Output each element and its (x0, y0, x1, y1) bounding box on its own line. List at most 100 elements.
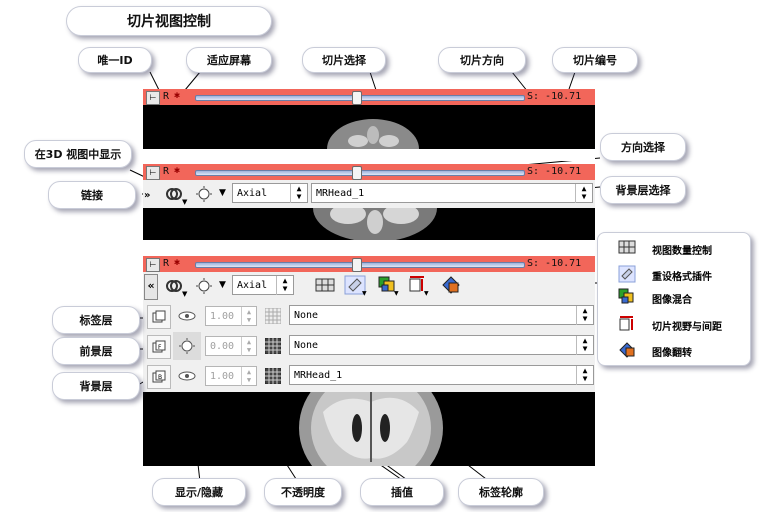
callout-show-3d: 在3D 视图中显示 (24, 140, 132, 168)
chevron-down-icon[interactable]: ▼ (219, 280, 226, 290)
chevron-down-icon[interactable]: ▼ (182, 198, 187, 206)
layer-panel: 1.00 ▲ ▼ None ▲ ▼ F 0.00 ▲ ▼ None ▲ ▼ B 1.00… (143, 300, 595, 392)
reformat-widget-icon[interactable]: ▼ (343, 275, 369, 297)
callout-label-layer: 标签层 (52, 306, 140, 334)
background-volume-select[interactable]: MRHead_1 ▲ ▼ (289, 365, 594, 385)
legend-panel: 视图数量控制 重设格式插件 图像混合 切片视野与间距 图像翻转 (597, 232, 751, 366)
background-volume-select[interactable]: MRHead_1 ▲ ▼ (311, 183, 593, 203)
panel-gap (143, 240, 595, 256)
slice-controller-bar-3: ⊢ R ✱ S: -10.71 (143, 256, 595, 272)
view-id-label: R (163, 91, 170, 102)
svg-text:▼: ▼ (394, 290, 399, 297)
collapse-button[interactable]: « (144, 274, 158, 300)
compositing-icon (618, 288, 634, 304)
brain-slice-image (299, 392, 443, 466)
eye-3d-icon[interactable] (193, 183, 215, 205)
slice-slider-handle[interactable] (351, 258, 362, 272)
interpolation-grid-icon[interactable] (265, 338, 281, 354)
slice-toolbar-3: « ▼ ▼ Axial ▲ ▼ ▼ ▼ ▼ (143, 272, 595, 300)
slice-toolbar-2: ▼ ▼ Axial ▲ ▼ MRHead_1 ▲ ▼ (143, 180, 595, 208)
panel-gap (143, 149, 595, 161)
slice-offset-label: S: -10.71 (527, 91, 582, 102)
label-layer-icon (147, 305, 171, 329)
view-id-label: R (163, 258, 170, 269)
up-down-arrow-icon: ▲ ▼ (241, 367, 256, 386)
label-opacity-spinbox[interactable]: 1.00 ▲ ▼ (205, 306, 257, 326)
up-down-arrow-icon: ▲ ▼ (241, 337, 256, 356)
callout-opacity: 不透明度 (264, 478, 342, 506)
pin-icon[interactable]: ⊢ (146, 258, 160, 272)
slice-slider-handle[interactable] (351, 166, 362, 180)
callout-slice-number: 切片编号 (552, 47, 638, 73)
slice-view-1[interactable] (143, 105, 595, 149)
page-title: 切片视图控制 (66, 6, 272, 36)
rotate-to-volume-plane-icon (619, 342, 635, 358)
callout-label-outline: 标签轮廓 (458, 478, 544, 506)
callout-show-hide: 显示/隐藏 (152, 478, 246, 506)
svg-text:F: F (158, 344, 162, 351)
callout-orient-select: 方向选择 (600, 133, 686, 161)
up-down-arrow-icon: ▲ ▼ (576, 336, 593, 355)
fit-to-window-icon[interactable]: ✱ (174, 165, 180, 176)
rotate-to-volume-plane-icon[interactable] (439, 275, 463, 297)
foreground-opacity-spinbox[interactable]: 0.00 ▲ ▼ (205, 336, 257, 356)
interpolation-grid-icon[interactable] (265, 368, 281, 384)
callout-link: 链接 (48, 181, 136, 209)
slice-view-2[interactable] (143, 208, 595, 240)
view-layout-icon[interactable] (315, 277, 337, 295)
pin-icon[interactable]: ⊢ (146, 91, 160, 105)
up-down-arrow-icon: ▲ ▼ (575, 184, 592, 203)
slice-slider-handle[interactable] (351, 91, 362, 105)
callout-unique-id: 唯一ID (78, 47, 152, 73)
compositing-icon[interactable]: ▼ (377, 275, 401, 297)
interpolation-grid-icon[interactable] (265, 308, 281, 324)
slice-offset-label: S: -10.71 (527, 258, 582, 269)
background-opacity-spinbox[interactable]: 1.00 ▲ ▼ (205, 366, 257, 386)
arrow-icon: » (144, 190, 151, 201)
brain-slice-image (327, 119, 419, 149)
reformat-widget-icon (618, 265, 636, 283)
legend-label: 图像混合 (652, 295, 692, 306)
chevron-down-icon[interactable]: ▼ (219, 188, 226, 198)
view-layout-icon (618, 240, 636, 254)
slice-spacing-icon[interactable]: ▼ (407, 275, 431, 297)
chevron-down-icon[interactable]: ▼ (182, 290, 187, 298)
fit-to-window-icon[interactable]: ✱ (174, 90, 180, 101)
callout-interp: 插值 (360, 478, 444, 506)
pin-icon[interactable]: ⊢ (146, 166, 160, 180)
slice-view-3[interactable] (143, 392, 595, 466)
slice-controller-bar: ⊢ R ✱ S: -10.71 (143, 89, 595, 105)
legend-label: 切片视野与间距 (652, 322, 722, 333)
slice-controller-bar-2: ⊢ R ✱ S: -10.71 (143, 164, 595, 180)
up-down-arrow-icon: ▲ ▼ (290, 184, 307, 203)
orientation-select[interactable]: Axial ▲ ▼ (232, 275, 294, 295)
view-id-label: R (163, 166, 170, 177)
eye-3d-icon[interactable] (193, 275, 215, 297)
background-layer-icon: B (147, 365, 171, 389)
brain-slice-image (313, 208, 437, 240)
orientation-select[interactable]: Axial ▲ ▼ (232, 183, 308, 203)
svg-text:▼: ▼ (362, 290, 367, 297)
up-down-arrow-icon: ▲ ▼ (276, 276, 293, 295)
callout-bg-layer: 背景层 (52, 372, 140, 400)
up-down-arrow-icon: ▲ ▼ (576, 306, 593, 325)
legend-label: 重设格式插件 (652, 272, 712, 283)
callout-fit: 适应屏幕 (186, 47, 272, 73)
svg-text:▼: ▼ (424, 290, 429, 297)
foreground-layer-icon: F (147, 335, 171, 359)
callout-bg-select: 背景层选择 (600, 176, 686, 204)
callout-slice-select: 切片选择 (302, 47, 386, 73)
callout-slice-orient: 切片方向 (438, 47, 526, 73)
legend-label: 图像翻转 (652, 348, 692, 359)
sun-visibility-icon[interactable] (173, 332, 201, 360)
callout-fg-layer: 前景层 (52, 337, 140, 365)
eye-icon[interactable] (176, 305, 198, 327)
up-down-arrow-icon: ▲ ▼ (576, 366, 593, 385)
legend-label: 视图数量控制 (652, 246, 712, 257)
up-down-arrow-icon: ▲ ▼ (241, 307, 256, 326)
eye-icon[interactable] (176, 365, 198, 387)
fit-to-window-icon[interactable]: ✱ (174, 257, 180, 268)
slice-offset-label: S: -10.71 (527, 166, 582, 177)
label-volume-select[interactable]: None ▲ ▼ (289, 305, 594, 325)
foreground-volume-select[interactable]: None ▲ ▼ (289, 335, 594, 355)
